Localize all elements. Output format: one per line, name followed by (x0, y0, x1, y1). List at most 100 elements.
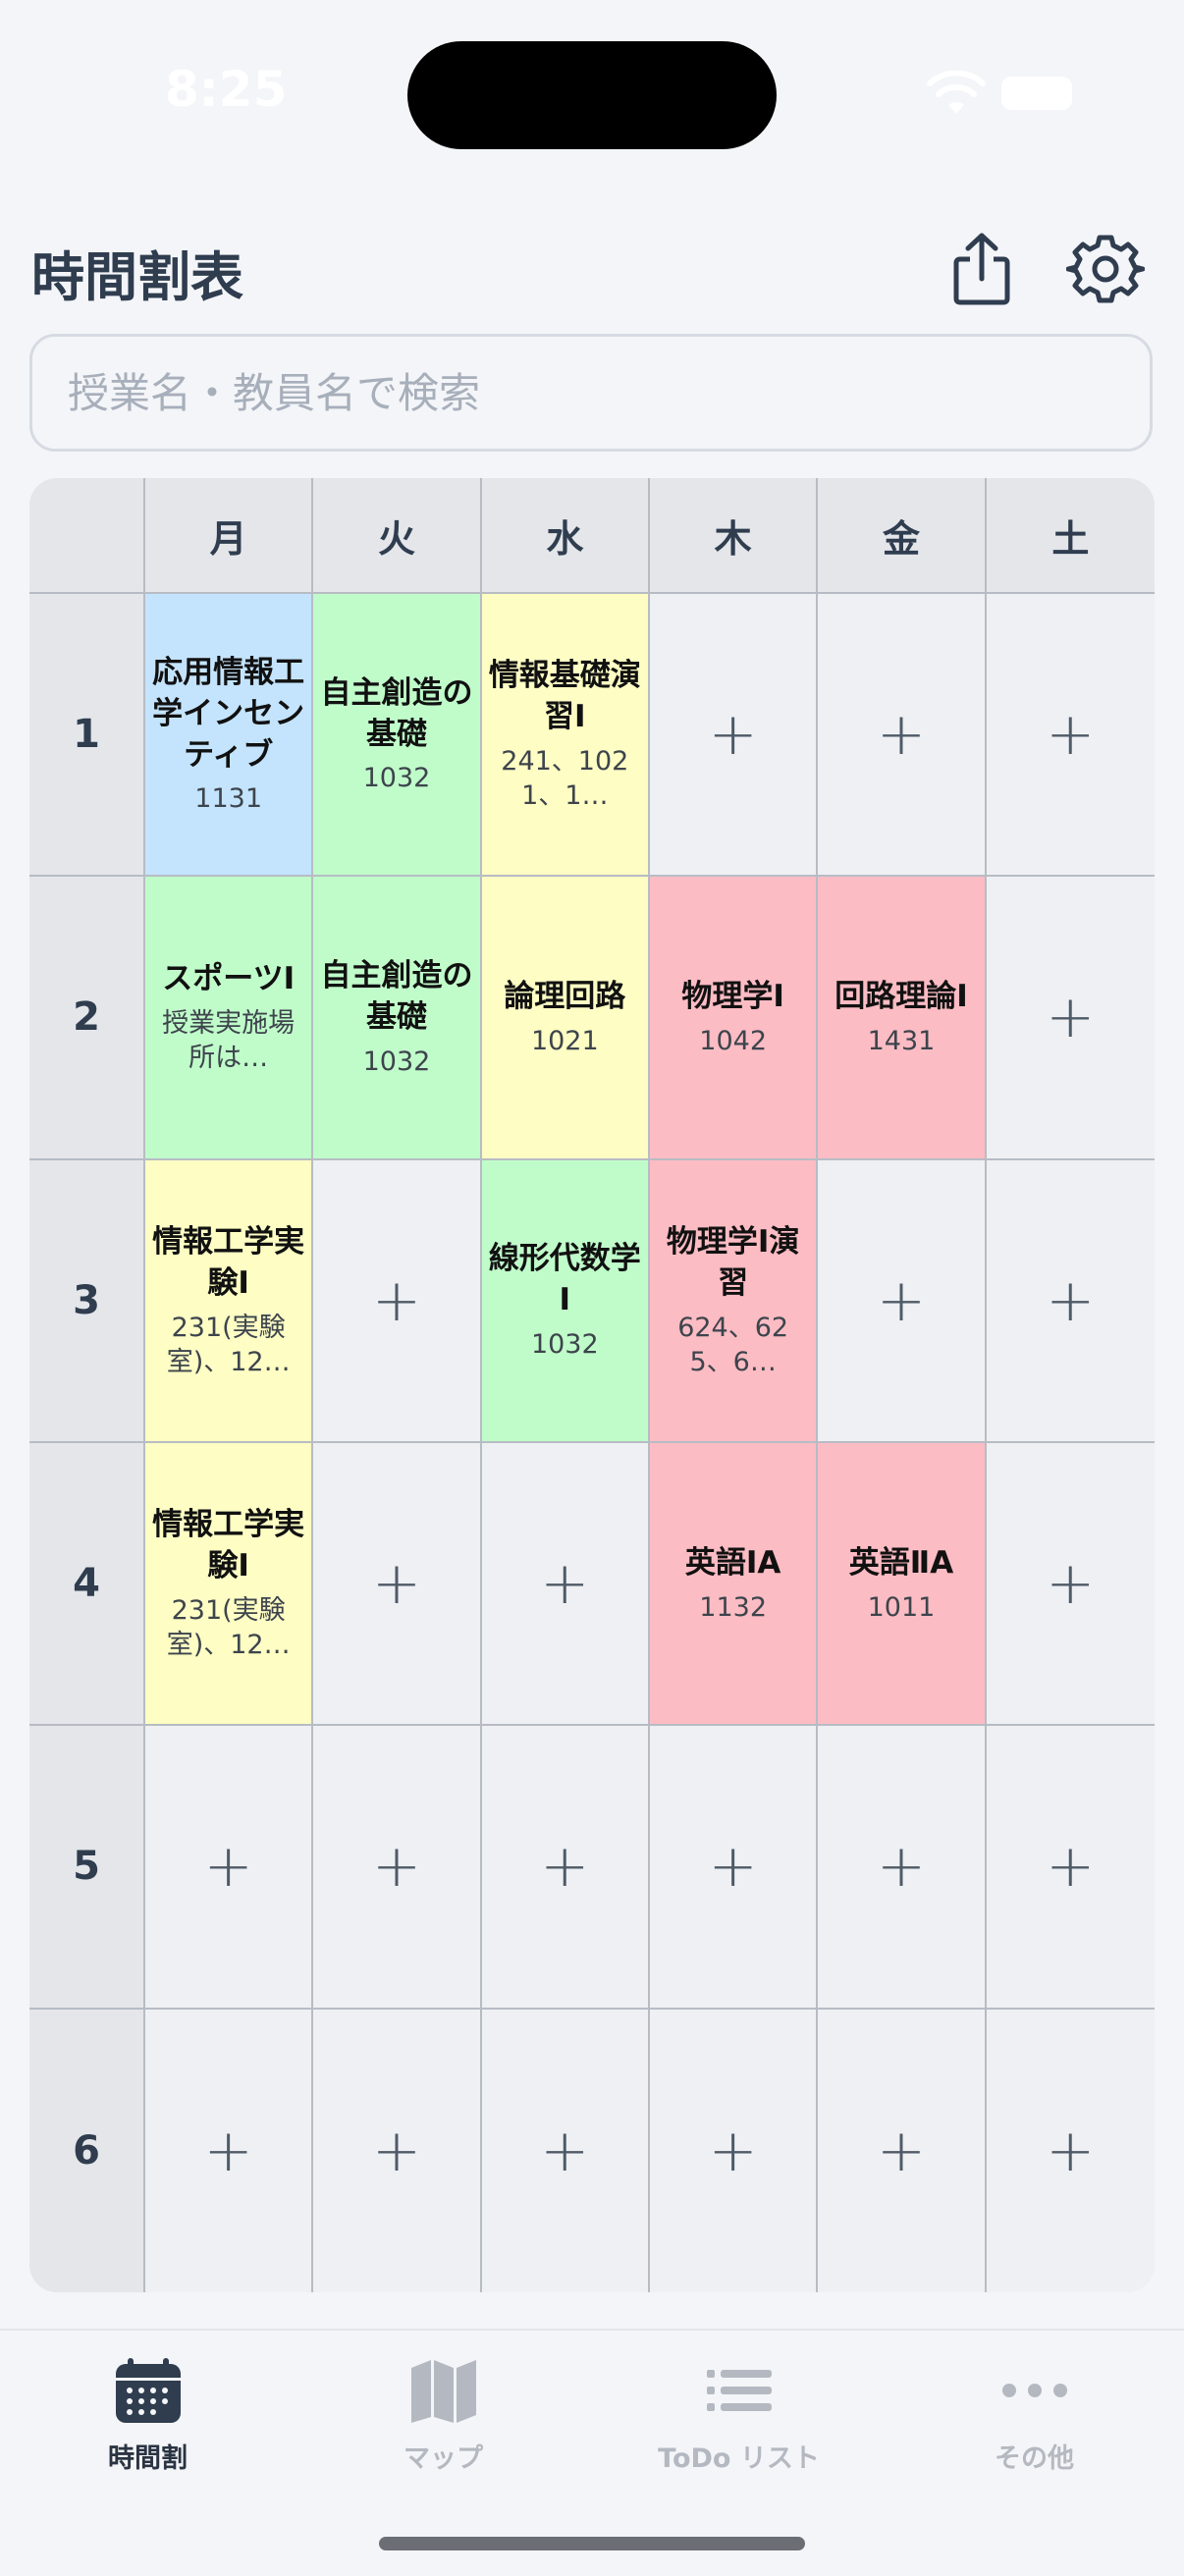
settings-button[interactable] (1065, 230, 1146, 308)
course-room: 231(実験室)、12… (166, 1312, 291, 1377)
plus-icon: + (1046, 983, 1096, 1052)
plus-icon: + (708, 700, 758, 770)
course-cell[interactable]: 応用情報工学インセンティブ 1131 (145, 594, 314, 878)
course-cell[interactable]: 物理学Ⅰ演習 624、625、6… (649, 1159, 819, 1443)
add-course-button[interactable]: + (145, 1726, 314, 2010)
calendar-icon (114, 2356, 183, 2425)
tab-label-more: その他 (995, 2443, 1074, 2474)
add-course-button[interactable]: + (818, 594, 987, 878)
add-course-button[interactable]: + (818, 1726, 987, 2010)
tab-timetable[interactable]: 時間割 (0, 2331, 296, 2488)
period-label: 3 (73, 1277, 100, 1323)
period-label: 1 (73, 712, 100, 758)
plus-icon: + (371, 1832, 422, 1902)
add-course-button[interactable]: + (649, 594, 819, 878)
tab-map[interactable]: マップ (296, 2331, 591, 2488)
day-header: 土 (986, 478, 1155, 594)
plus-icon: + (708, 1832, 758, 1902)
add-course-button[interactable]: + (986, 1443, 1155, 1727)
plus-icon: + (371, 1549, 422, 1619)
add-course-button[interactable]: + (145, 2009, 314, 2292)
share-icon (953, 233, 1010, 305)
course-cell[interactable]: 線形代数学Ⅰ 1032 (481, 1159, 650, 1443)
course-cell[interactable]: 英語ⅡA 1011 (818, 1443, 987, 1727)
plus-icon: + (371, 2116, 422, 2185)
add-course-button[interactable]: + (481, 1443, 650, 1727)
plus-icon: + (203, 1832, 253, 1902)
plus-icon: + (708, 2116, 758, 2185)
course-room: 1011 (867, 1591, 936, 1623)
add-course-button[interactable]: + (313, 2009, 482, 2292)
plus-icon: + (876, 700, 927, 770)
tab-label-map: マップ (404, 2443, 483, 2474)
add-course-button[interactable]: + (481, 1726, 650, 2010)
plus-icon: + (540, 1549, 590, 1619)
add-course-button[interactable]: + (313, 1726, 482, 2010)
share-button[interactable] (946, 230, 1017, 308)
course-room: 1132 (699, 1591, 768, 1623)
add-course-button[interactable]: + (649, 2009, 819, 2292)
plus-icon: + (540, 2116, 590, 2185)
add-course-button[interactable]: + (481, 2009, 650, 2292)
course-cell[interactable]: 物理学Ⅰ 1042 (649, 877, 819, 1160)
add-course-button[interactable]: + (986, 2009, 1155, 2292)
add-course-button[interactable]: + (313, 1443, 482, 1727)
wifi-icon (927, 71, 986, 114)
timetable: 月 火 水 木 金 土 1 応用情報工学インセンティブ 1131 自主創造の基礎 1032 情報基礎演… (29, 478, 1155, 2292)
plus-icon: + (1046, 1265, 1096, 1335)
period-header: 1 (29, 594, 145, 878)
day-label: 土 (1051, 516, 1090, 561)
plus-icon: + (1046, 700, 1096, 770)
status-time: 8:25 (165, 61, 288, 118)
course-name: 物理学Ⅰ演習 (666, 1223, 800, 1301)
more-icon (1000, 2356, 1069, 2425)
day-label: 水 (546, 516, 584, 561)
course-room: 1131 (194, 783, 263, 815)
course-cell[interactable]: 英語ⅠA 1132 (649, 1443, 819, 1727)
add-course-button[interactable]: + (649, 1726, 819, 2010)
course-name: 情報工学実験Ⅰ (152, 1223, 305, 1301)
tab-label-todo: ToDo リスト (658, 2443, 820, 2474)
day-header: 月 (145, 478, 314, 594)
tab-todo[interactable]: ToDo リスト (591, 2331, 887, 2488)
day-header: 木 (649, 478, 819, 594)
course-cell[interactable]: 自主創造の基礎 1032 (313, 877, 482, 1160)
dynamic-island (407, 41, 777, 149)
plus-icon: + (876, 2116, 927, 2185)
course-name: 自主創造の基礎 (320, 674, 473, 752)
course-cell[interactable]: 論理回路 1021 (481, 877, 650, 1160)
home-indicator (379, 2537, 805, 2550)
period-label: 6 (73, 2127, 100, 2174)
course-cell[interactable]: 回路理論Ⅰ 1431 (818, 877, 987, 1160)
course-cell[interactable]: 情報工学実験Ⅰ 231(実験室)、12… (145, 1159, 314, 1443)
course-name: 線形代数学Ⅰ (488, 1241, 641, 1318)
course-cell[interactable]: 情報基礎演習Ⅰ 241、1021、1… (481, 594, 650, 878)
gear-icon (1065, 235, 1146, 303)
course-cell[interactable]: 情報工学実験Ⅰ 231(実験室)、12… (145, 1443, 314, 1727)
period-header: 6 (29, 2009, 145, 2292)
add-course-button[interactable]: + (818, 2009, 987, 2292)
add-course-button[interactable]: + (313, 1159, 482, 1443)
course-room: 1032 (362, 763, 431, 794)
add-course-button[interactable]: + (986, 877, 1155, 1160)
course-room: 241、1021、1… (501, 745, 629, 811)
map-icon (409, 2356, 478, 2425)
course-cell[interactable]: スポーツⅠ 授業実施場所は… (145, 877, 314, 1160)
plus-icon: + (371, 1265, 422, 1335)
search-input[interactable] (32, 337, 1150, 449)
course-cell[interactable]: 自主創造の基礎 1032 (313, 594, 482, 878)
add-course-button[interactable]: + (818, 1159, 987, 1443)
plus-icon: + (1046, 1549, 1096, 1619)
add-course-button[interactable]: + (986, 1159, 1155, 1443)
add-course-button[interactable]: + (986, 594, 1155, 878)
add-course-button[interactable]: + (986, 1726, 1155, 2010)
course-room: 1021 (530, 1025, 599, 1056)
course-name: 応用情報工学インセンティブ (152, 654, 305, 773)
tab-more[interactable]: その他 (887, 2331, 1182, 2488)
page-title: 時間割表 (31, 246, 243, 308)
course-name: 英語ⅡA (848, 1544, 954, 1581)
course-room: 1042 (699, 1025, 768, 1056)
plus-icon: + (1046, 1832, 1096, 1902)
course-room: 1032 (530, 1329, 599, 1361)
period-header: 5 (29, 1726, 145, 2010)
